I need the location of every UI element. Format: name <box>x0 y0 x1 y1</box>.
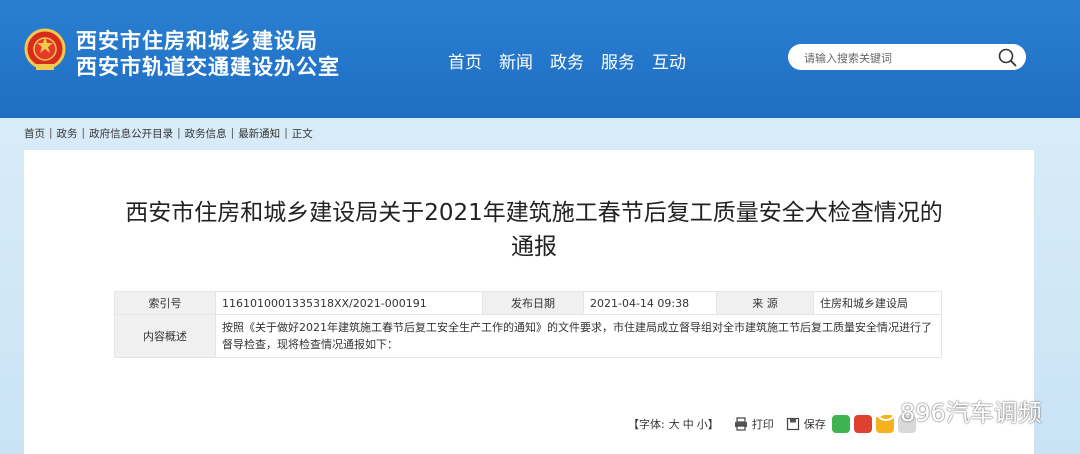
main-nav: 首页 新闻 政务 服务 互动 <box>448 48 703 73</box>
save-label: 保存 <box>803 418 826 431</box>
watermark: 896汽车调频 <box>866 393 1042 428</box>
breadcrumb-latest-notice[interactable]: 最新通知 <box>238 126 280 141</box>
print-label: 打印 <box>751 418 774 431</box>
site-title[interactable]: 西安市住房和城乡建设局 西安市轨道交通建设办公室 <box>76 28 340 80</box>
meta-row: 索引号 1161010001335318XX/2021-000191 发布日期 … <box>114 291 942 315</box>
nav-home[interactable]: 首页 <box>448 48 482 73</box>
nav-government-affairs[interactable]: 政务 <box>550 48 584 73</box>
wechat-share-icon[interactable] <box>831 415 850 433</box>
save-button[interactable]: 保存 <box>786 416 826 432</box>
font-size-medium[interactable]: 中 <box>683 416 694 432</box>
breadcrumb-separator: | <box>177 127 181 139</box>
search-box <box>788 44 1026 70</box>
meta-summary-value: 按照《关于做好2021年建筑施工春节后复工安全生产工作的通知》的文件要求，市住建… <box>215 314 942 358</box>
font-size-large[interactable]: 大 <box>669 416 680 432</box>
meta-row: 内容概述 按照《关于做好2021年建筑施工春节后复工安全生产工作的通知》的文件要… <box>114 314 942 358</box>
nav-services[interactable]: 服务 <box>601 48 635 73</box>
meta-date-label: 发布日期 <box>482 291 584 315</box>
watermark-text: 896汽车调频 <box>900 399 1042 427</box>
breadcrumb-info-disclosure[interactable]: 政府信息公开目录 <box>89 126 173 141</box>
article-title: 西安市住房和城乡建设局关于2021年建筑施工春节后复工质量安全大检查情况的通报 <box>125 200 943 260</box>
search-input[interactable] <box>802 47 986 69</box>
printer-icon <box>734 417 747 431</box>
breadcrumb: 首页 | 政务 | 政府信息公开目录 | 政务信息 | 最新通知 | 正文 <box>24 124 1034 142</box>
print-button[interactable]: 打印 <box>734 416 774 432</box>
breadcrumb-separator: | <box>49 127 53 139</box>
search-icon[interactable] <box>996 46 1018 68</box>
breadcrumb-separator: | <box>230 127 235 139</box>
national-emblem-icon <box>24 28 66 70</box>
meta-index-value: 1161010001335318XX/2021-000191 <box>215 291 483 315</box>
wechat-watermark-icon <box>867 400 895 421</box>
meta-index-label: 索引号 <box>114 291 216 315</box>
font-size-small[interactable]: 小】 <box>697 416 719 432</box>
breadcrumb-home[interactable]: 首页 <box>24 126 45 141</box>
site-title-line2: 西安市轨道交通建设办公室 <box>76 55 340 79</box>
nav-interaction[interactable]: 互动 <box>652 48 686 73</box>
article-meta-table: 索引号 1161010001335318XX/2021-000191 发布日期 … <box>114 291 942 358</box>
font-size-label: 【字体: <box>628 418 665 431</box>
breadcrumb-government-info[interactable]: 政务信息 <box>185 126 227 141</box>
nav-news[interactable]: 新闻 <box>499 48 533 73</box>
breadcrumb-separator: | <box>284 127 288 139</box>
site-header: 西安市住房和城乡建设局 西安市轨道交通建设办公室 首页 新闻 政务 服务 互动 <box>0 0 1080 118</box>
site-title-line1: 西安市住房和城乡建设局 <box>76 29 318 53</box>
meta-source-label: 来 源 <box>716 291 814 315</box>
meta-summary-label: 内容概述 <box>114 314 216 358</box>
save-icon <box>786 417 799 431</box>
breadcrumb-current: 正文 <box>291 127 313 140</box>
meta-date-value: 2021-04-14 09:38 <box>583 291 717 315</box>
meta-source-value: 住房和城乡建设局 <box>813 291 942 315</box>
breadcrumb-separator: | <box>81 127 86 139</box>
breadcrumb-government-affairs[interactable]: 政务 <box>57 126 78 141</box>
